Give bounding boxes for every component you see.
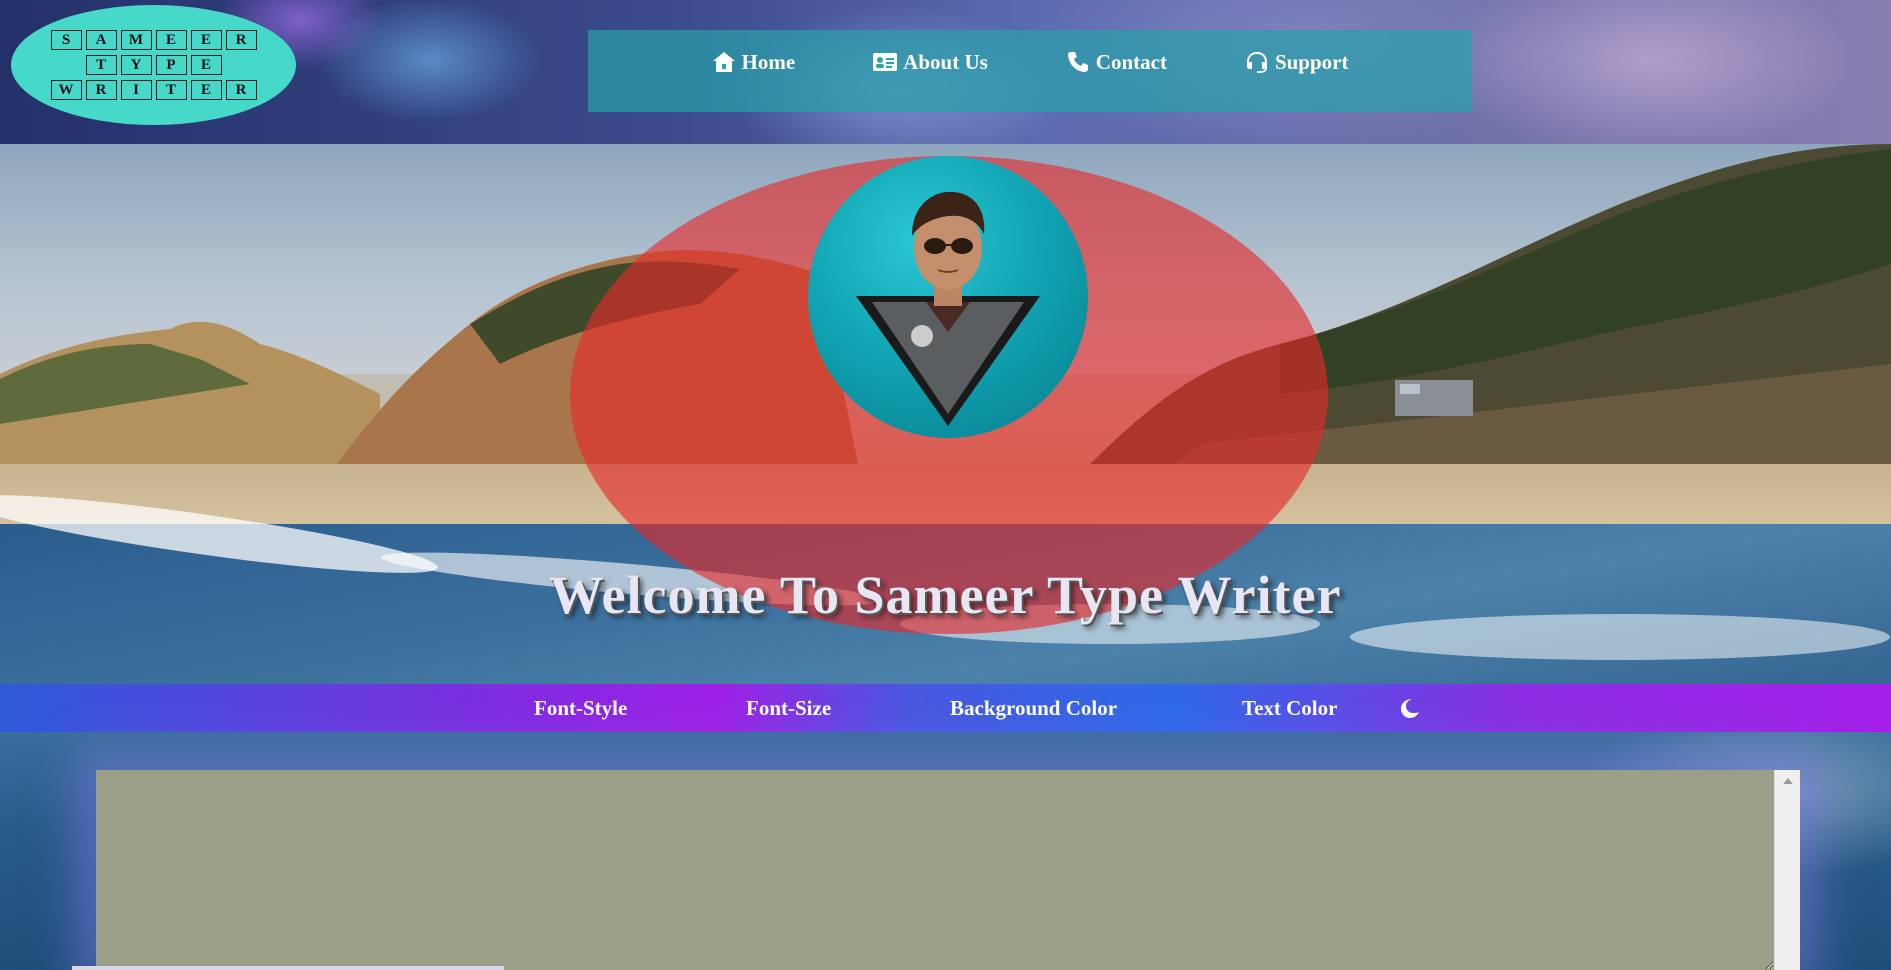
typewriter-textarea[interactable]: [96, 770, 1774, 970]
logo-letter: S: [50, 30, 82, 50]
headset-icon: [1246, 52, 1267, 73]
nav-about-label: About Us: [903, 49, 988, 74]
nav-contact-link[interactable]: Contact: [1066, 50, 1167, 75]
font-size-menu[interactable]: Font-Size: [746, 684, 831, 732]
nav-home-label: Home: [741, 49, 796, 74]
logo-letter: I: [120, 80, 152, 100]
logo-letter: W: [50, 80, 82, 100]
nav-contact-label: Contact: [1095, 49, 1167, 74]
main-nav: Home About Us Contact Support: [588, 30, 1472, 112]
logo-letter: E: [190, 30, 222, 50]
logo-letter: A: [85, 30, 117, 50]
editor-toolbar: Font-Style Font-Size Background Color Te…: [0, 684, 1891, 732]
nav-support-link[interactable]: Support: [1245, 49, 1349, 75]
site-logo[interactable]: S A M E E R T Y P E W R I T E R: [11, 5, 296, 125]
font-style-menu[interactable]: Font-Style: [534, 684, 627, 732]
scroll-up-arrow-icon[interactable]: [1783, 778, 1793, 784]
profile-avatar: [808, 156, 1088, 438]
phone-icon: [1067, 52, 1088, 72]
editor-scrollbar[interactable]: [1774, 770, 1800, 970]
house-icon: [712, 52, 735, 72]
logo-row-type: T Y P E: [85, 55, 222, 75]
nav-support-label: Support: [1274, 49, 1349, 74]
logo-row-sameer: S A M E E R: [50, 30, 257, 50]
moon-icon[interactable]: [1398, 697, 1420, 719]
text-color-menu[interactable]: Text Color: [1242, 684, 1337, 732]
logo-letter: R: [85, 80, 117, 100]
logo-letter: R: [225, 30, 257, 50]
logo-letter: Y: [120, 55, 152, 75]
page-scroll-indicator: [72, 966, 504, 970]
logo-letter: T: [155, 80, 187, 100]
background-color-menu[interactable]: Background Color: [950, 684, 1117, 732]
nav-about-link[interactable]: About Us: [873, 50, 988, 75]
logo-letter: T: [85, 55, 117, 75]
welcome-heading: Welcome To Sameer Type Writer: [549, 565, 1342, 625]
nav-home-link[interactable]: Home: [712, 49, 796, 75]
editor-container: [96, 770, 1800, 970]
hero-banner: Welcome To Sameer Type Writer: [0, 144, 1891, 684]
id-card-icon: [873, 53, 898, 71]
logo-letter: E: [155, 30, 187, 50]
logo-letter: R: [225, 80, 257, 100]
logo-letter: M: [120, 30, 152, 50]
profile-portrait: [856, 191, 1040, 426]
logo-row-writer: W R I T E R: [50, 80, 257, 100]
logo-letter: E: [190, 80, 222, 100]
logo-letter: E: [190, 55, 222, 75]
logo-letter: P: [155, 55, 187, 75]
